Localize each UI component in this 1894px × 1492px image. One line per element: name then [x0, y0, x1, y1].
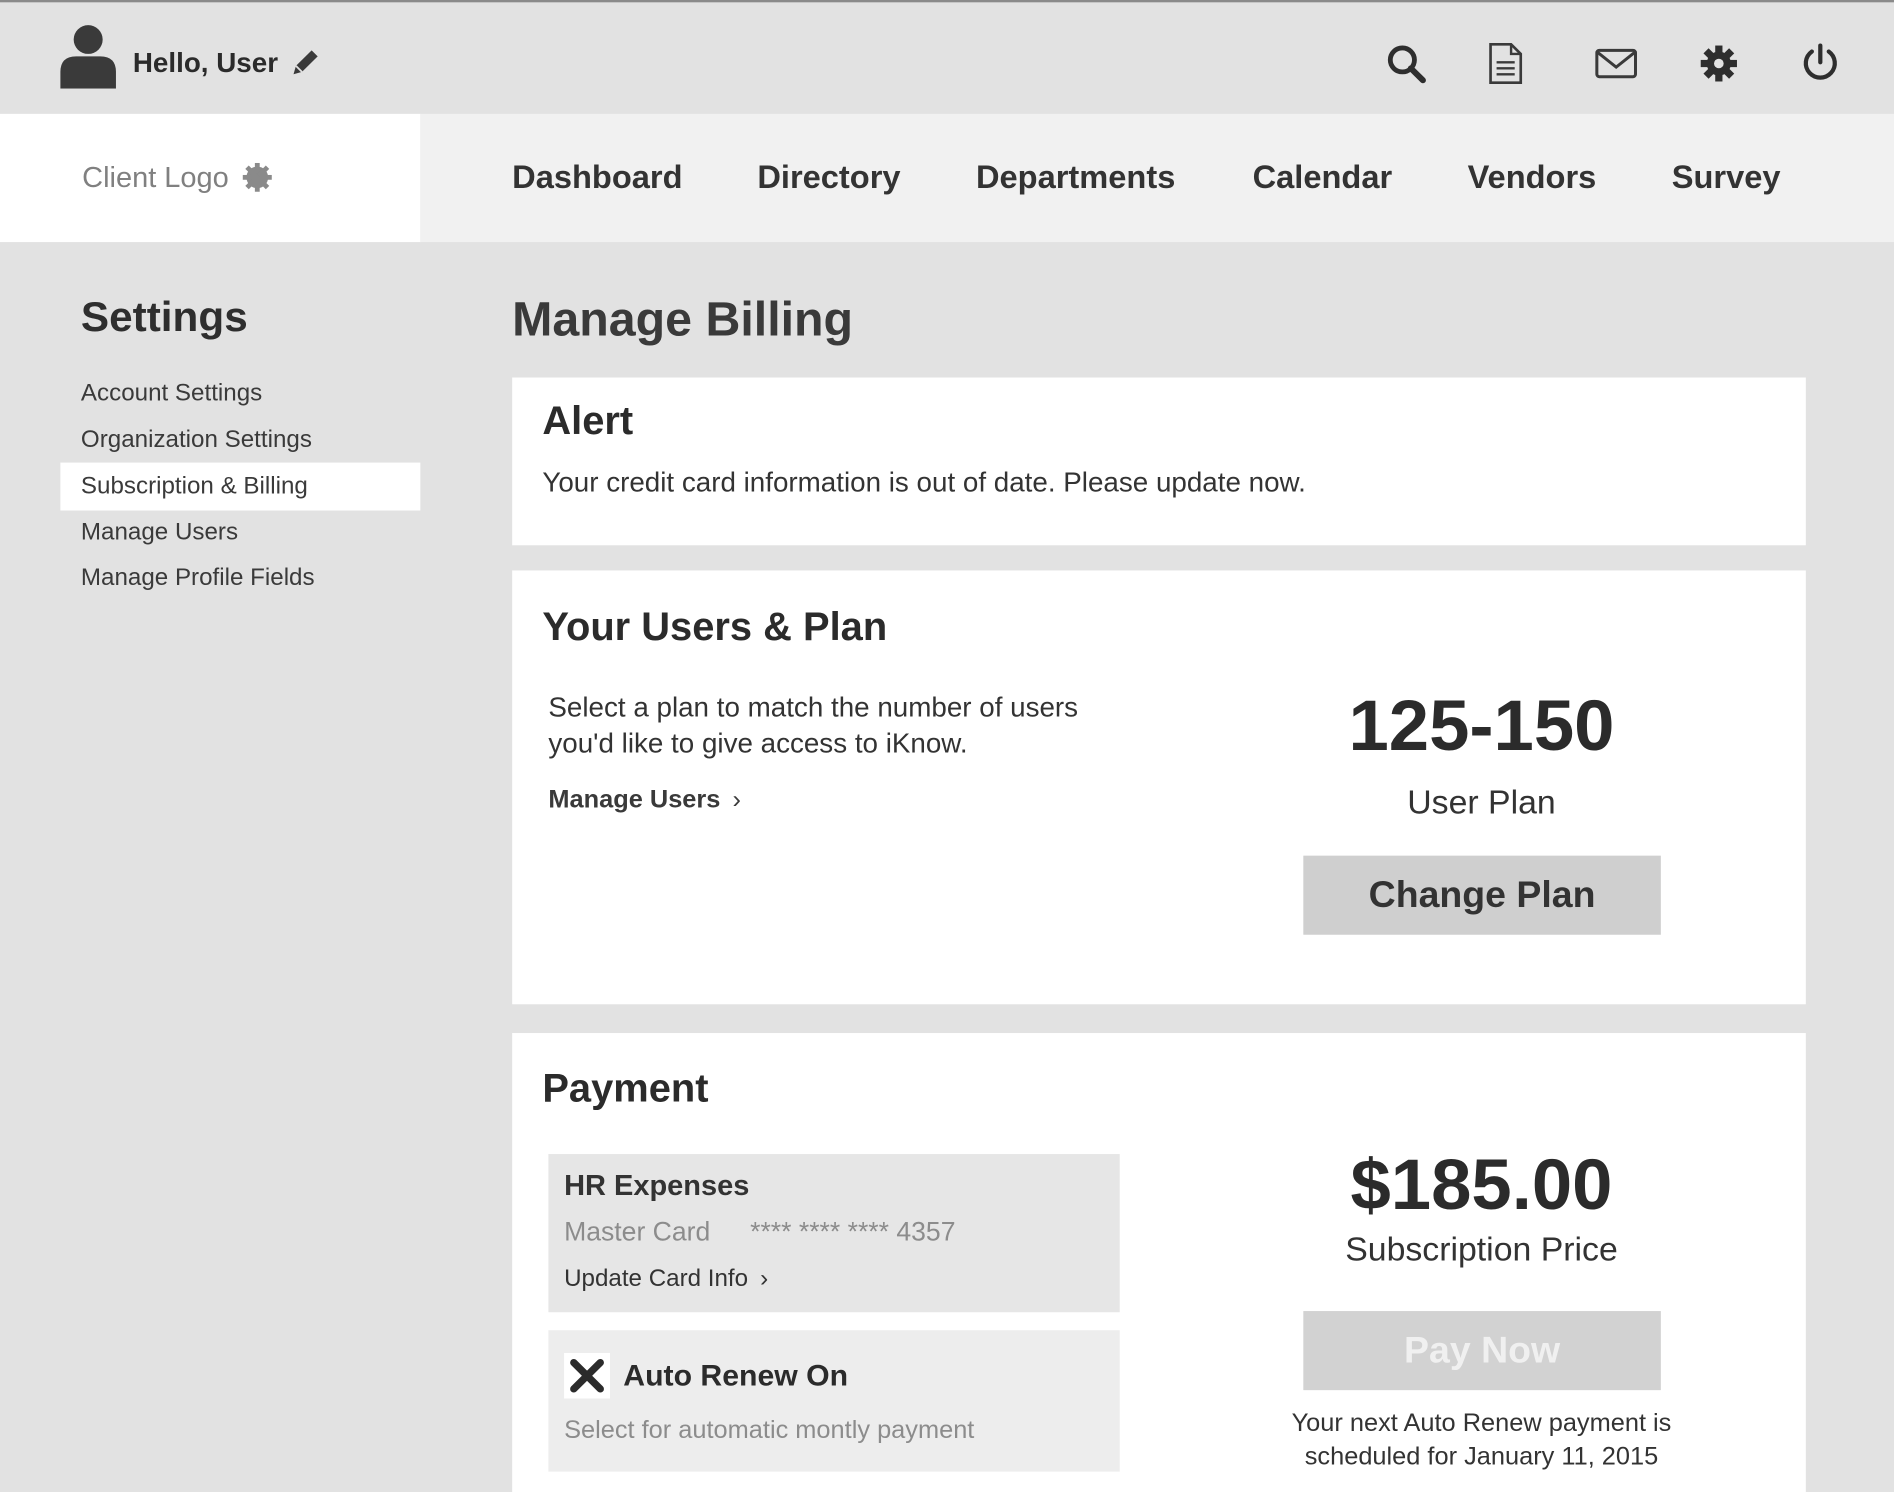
mail-icon[interactable] [1594, 42, 1638, 85]
app-window: Hello, User Client Logo Dashboard Direct… [0, 0, 1894, 1492]
card-number: **** **** **** 4357 [750, 1216, 956, 1247]
gear-icon[interactable] [1697, 42, 1740, 85]
client-logo[interactable]: Client Logo [0, 113, 421, 243]
search-icon[interactable] [1384, 42, 1427, 85]
sidebar-item-organization-settings[interactable]: Organization Settings [60, 416, 420, 464]
sidebar-title: Settings [80, 293, 248, 341]
alert-title: Alert [542, 397, 634, 443]
logo-text: Client Logo [82, 161, 229, 195]
card-name: HR Expenses [564, 1169, 750, 1202]
alert-card: Alert Your credit card information is ou… [512, 377, 1806, 546]
update-card-link[interactable]: Update Card Info › [564, 1266, 768, 1294]
plan-range-label: User Plan [1407, 783, 1556, 821]
manage-users-link-label: Manage Users [548, 786, 721, 814]
manage-users-link[interactable]: Manage Users › [548, 786, 741, 815]
page-title: Manage Billing [512, 293, 854, 347]
plan-card: Your Users & Plan Select a plan to match… [512, 570, 1806, 1005]
subscription-price-label: Subscription Price [1345, 1230, 1618, 1268]
nav-calendar[interactable]: Calendar [1253, 159, 1393, 196]
update-card-link-label: Update Card Info [564, 1265, 749, 1292]
main-nav: Dashboard Directory Departments Calendar… [420, 113, 1894, 243]
auto-renew-note: Your next Auto Renew payment is schedule… [1291, 1409, 1672, 1471]
logo-badge-icon [242, 162, 272, 192]
card-type: Master Card [564, 1216, 711, 1247]
sidebar-item-account-settings[interactable]: Account Settings [60, 369, 420, 417]
payment-title: Payment [542, 1065, 709, 1110]
sidebar-item-subscription-billing[interactable]: Subscription & Billing [60, 462, 421, 511]
chevron-right-icon: › [732, 786, 741, 814]
sidebar-item-manage-profile-fields[interactable]: Manage Profile Fields [60, 554, 420, 602]
subscription-price: $185.00 [1350, 1144, 1613, 1225]
user-greeting: Hello, User [132, 46, 279, 78]
pencil-icon[interactable] [290, 47, 321, 78]
auto-renew-description: Select for automatic montly payment [564, 1416, 975, 1445]
plan-title: Your Users & Plan [542, 603, 888, 649]
auto-renew-checkbox[interactable] [564, 1352, 610, 1399]
close-x-icon [570, 1358, 604, 1393]
nav-survey[interactable]: Survey [1672, 159, 1781, 196]
alert-message: Your credit card information is out of d… [542, 466, 1306, 498]
chevron-right-icon: › [760, 1265, 769, 1292]
nav-departments[interactable]: Departments [976, 159, 1175, 196]
power-icon[interactable] [1799, 42, 1842, 85]
user-icon[interactable] [58, 24, 118, 89]
auto-renew-label: Auto Renew On [623, 1358, 849, 1393]
credit-card-box: HR Expenses Master Card **** **** **** 4… [548, 1154, 1120, 1313]
nav-vendors[interactable]: Vendors [1468, 159, 1597, 196]
nav-directory[interactable]: Directory [757, 159, 900, 196]
sidebar-item-manage-users[interactable]: Manage Users [60, 508, 420, 556]
document-icon[interactable] [1483, 42, 1526, 85]
auto-renew-box: Auto Renew On Select for automatic montl… [548, 1330, 1120, 1472]
plan-range: 125-150 [1348, 685, 1615, 766]
change-plan-button[interactable]: Change Plan [1303, 855, 1661, 935]
pay-now-button[interactable]: Pay Now [1303, 1311, 1661, 1391]
top-bar: Hello, User [0, 2, 1894, 114]
payment-card: Payment HR Expenses Master Card **** ***… [512, 1033, 1806, 1492]
plan-description: Select a plan to match the number of use… [548, 691, 1079, 759]
nav-dashboard[interactable]: Dashboard [512, 159, 682, 196]
